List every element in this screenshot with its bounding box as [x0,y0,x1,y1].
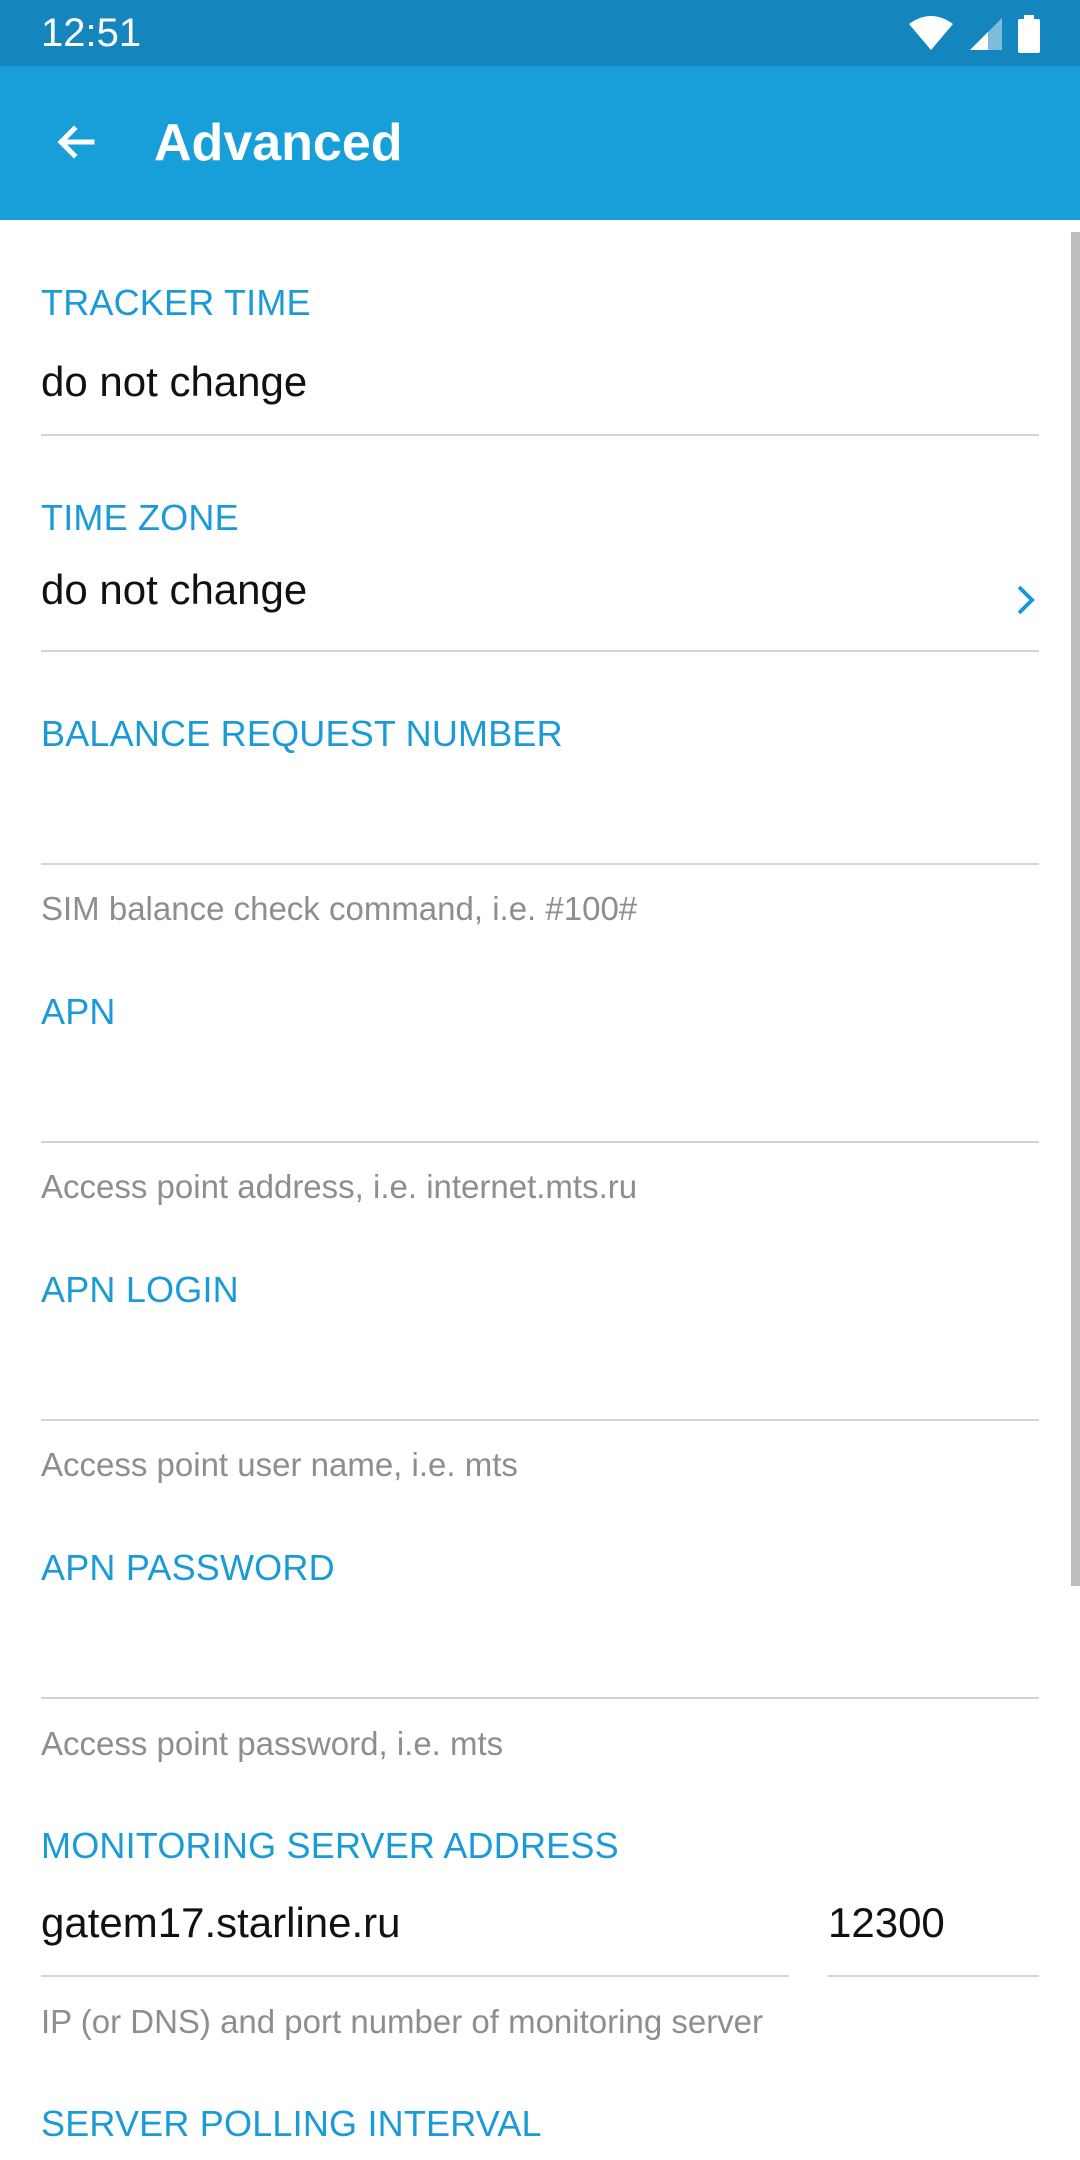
wifi-icon [908,16,954,52]
apn-password-helper: Access point password, i.e. mts [41,1725,504,1762]
apn-login-helper: Access point user name, i.e. mts [41,1446,518,1483]
tracker-time-value[interactable]: do not change [41,357,307,407]
server-address-input[interactable]: gatem17.starline.ru [41,1898,401,1948]
apn-login-label: APN LOGIN [41,1269,239,1310]
status-bar: 12:51 [0,0,1080,66]
monitoring-server-address-label: MONITORING SERVER ADDRESS [41,1825,619,1866]
apn-login-divider [41,1419,1039,1421]
server-port-divider [828,1975,1039,1977]
page-title: Advanced [154,114,403,172]
monitoring-server-address-helper: IP (or DNS) and port number of monitorin… [41,2003,764,2040]
back-button[interactable] [40,108,112,180]
balance-request-number-helper: SIM balance check command, i.e. #100# [41,890,638,927]
tracker-time-divider [41,434,1039,436]
server-polling-interval-label: SERVER POLLING INTERVAL [41,2103,542,2144]
time-zone-divider [41,650,1039,652]
balance-request-number-label: BALANCE REQUEST NUMBER [41,713,563,754]
scrollbar[interactable] [1071,232,1080,1586]
status-icons [908,14,1040,54]
advanced-settings-screen: 12:51 Advanced TRACKER TIME do not chang… [0,0,1080,2160]
arrow-left-icon [52,118,100,171]
status-time: 12:51 [41,11,142,55]
time-zone-chevron[interactable] [1006,578,1046,626]
time-zone-value[interactable]: do not change [41,565,307,615]
apn-login-input[interactable] [41,1342,1039,1392]
server-address-divider [41,1975,789,1977]
app-bar: Advanced [0,66,1080,220]
apn-input[interactable] [41,1064,1039,1114]
apn-password-label: APN PASSWORD [41,1547,335,1588]
balance-request-number-divider [41,863,1039,865]
time-zone-label: TIME ZONE [41,497,239,538]
cellular-signal-icon [968,16,1004,52]
apn-password-input[interactable] [41,1620,1039,1670]
apn-label: APN [41,991,116,1032]
apn-password-divider [41,1697,1039,1699]
chevron-right-icon [1014,582,1038,623]
battery-icon [1018,15,1040,53]
server-port-input[interactable]: 12300 [828,1898,945,1948]
tracker-time-label: TRACKER TIME [41,282,311,323]
settings-form[interactable]: TRACKER TIME do not change TIME ZONE do … [0,220,1080,2160]
balance-request-number-input[interactable] [41,786,1039,836]
apn-divider [41,1141,1039,1143]
apn-helper: Access point address, i.e. internet.mts.… [41,1168,638,1205]
